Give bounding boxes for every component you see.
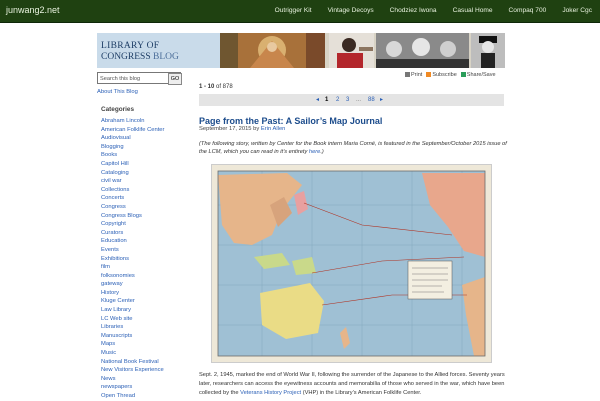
- nav-item[interactable]: Outrigger Kit: [267, 0, 320, 22]
- category-link[interactable]: gateway: [101, 280, 164, 289]
- category-link[interactable]: Law Library: [101, 306, 164, 315]
- about-blog-link[interactable]: About This Blog: [97, 89, 138, 95]
- category-link[interactable]: Congress Blogs: [101, 212, 164, 221]
- banner-photo-chaplin: [471, 33, 505, 68]
- pacific-map-image[interactable]: [211, 164, 492, 363]
- category-link[interactable]: News: [101, 375, 164, 384]
- post-author-link[interactable]: Erin Allen: [261, 126, 286, 132]
- category-link[interactable]: Exhibitions: [101, 255, 164, 264]
- category-link[interactable]: Maps: [101, 340, 164, 349]
- top-bar: junwang2.net Outrigger Kit Vintage Decoy…: [0, 0, 600, 23]
- pager-page[interactable]: 2: [336, 94, 339, 106]
- category-link[interactable]: History: [101, 289, 164, 298]
- site-title[interactable]: junwang2.net: [6, 5, 60, 15]
- category-link[interactable]: Libraries: [101, 323, 164, 332]
- print-link[interactable]: Print: [405, 72, 422, 78]
- nav-item[interactable]: Casual Home: [445, 0, 501, 22]
- category-link[interactable]: folksonomies: [101, 272, 164, 281]
- category-link[interactable]: Collections: [101, 186, 164, 195]
- body-text-2: (VHP) in the Library’s American Folklife…: [301, 389, 422, 396]
- top-nav: Outrigger Kit Vintage Decoys Chodziez Iw…: [267, 0, 600, 22]
- category-link[interactable]: Blogging: [101, 143, 164, 152]
- category-link[interactable]: American Folklife Center: [101, 126, 164, 135]
- print-icon: [405, 72, 410, 77]
- share-label: Share/Save: [466, 72, 496, 78]
- pager-page[interactable]: 3: [346, 94, 349, 106]
- nav-item[interactable]: Compaq 700: [501, 0, 555, 22]
- map-illustration: [217, 170, 486, 357]
- category-link[interactable]: Music: [101, 349, 164, 358]
- category-link[interactable]: Manuscripts: [101, 332, 164, 341]
- post-intro: (The following story, written by Center …: [199, 140, 509, 156]
- nav-item[interactable]: Chodziez Iwona: [382, 0, 445, 22]
- post-date: September 17, 2015: [199, 126, 252, 132]
- categories-heading: Categories: [101, 106, 135, 113]
- intro-end: .): [320, 149, 324, 155]
- category-link[interactable]: Education: [101, 237, 164, 246]
- nav-item[interactable]: Joker Cgc: [554, 0, 600, 22]
- veterans-history-link[interactable]: Veterans History Project: [240, 390, 301, 396]
- banner-photo-crowd: [376, 33, 469, 68]
- blog-banner: LIBRARY OF CONGRESS BLOG: [97, 33, 505, 68]
- pagination: ◂ 1 2 3 ... 88 ▸: [199, 94, 504, 106]
- category-link[interactable]: civil war: [101, 177, 164, 186]
- category-link[interactable]: Cataloging: [101, 169, 164, 178]
- pager-next[interactable]: ▸: [380, 94, 383, 106]
- post-meta: September 17, 2015 by Erin Allen: [199, 126, 285, 132]
- print-label: Print: [411, 72, 423, 78]
- category-link[interactable]: Books: [101, 151, 164, 160]
- pager-prev[interactable]: ◂: [316, 94, 319, 106]
- category-link[interactable]: film: [101, 263, 164, 272]
- pager-ellipsis: ...: [356, 97, 362, 103]
- results-range: 1 - 10: [199, 84, 215, 90]
- share-link[interactable]: Share/Save: [460, 72, 496, 78]
- category-link[interactable]: Audiovisual: [101, 134, 164, 143]
- logo-line-2: CONGRESS BLOG: [101, 52, 179, 62]
- intro-here-link[interactable]: here: [309, 149, 320, 155]
- logo-blog: BLOG: [153, 52, 179, 62]
- results-count: 1 - 10 of 878: [199, 84, 233, 90]
- share-tools: Print Subscribe Share/Save: [405, 72, 496, 78]
- category-link[interactable]: Kluge Center: [101, 297, 164, 306]
- intro-text: (The following story, written by Center …: [199, 141, 507, 155]
- pager-last[interactable]: 88: [368, 94, 375, 106]
- category-link[interactable]: Events: [101, 246, 164, 255]
- category-link[interactable]: Copyright: [101, 220, 164, 229]
- banner-mural-image: [220, 33, 325, 68]
- blog-logo[interactable]: LIBRARY OF CONGRESS BLOG: [97, 33, 220, 68]
- subscribe-link[interactable]: Subscribe: [426, 72, 457, 78]
- category-link[interactable]: Congress: [101, 203, 164, 212]
- category-link[interactable]: LC Web site: [101, 315, 164, 324]
- rss-icon: [426, 72, 432, 77]
- category-link[interactable]: newspapers: [101, 383, 164, 392]
- category-link[interactable]: Abraham Lincoln: [101, 117, 164, 126]
- search-go-button[interactable]: GO: [168, 73, 182, 85]
- results-total: of 878: [216, 84, 233, 90]
- category-list: Abraham Lincoln American Folklife Center…: [101, 117, 164, 401]
- post-title[interactable]: Page from the Past: A Sailor’s Map Journ…: [199, 116, 382, 126]
- category-link[interactable]: Concerts: [101, 194, 164, 203]
- category-link[interactable]: Open Thread: [101, 392, 164, 401]
- pager-current: 1: [325, 97, 329, 103]
- post-body: Sept. 2, 1945, marked the end of World W…: [199, 371, 509, 397]
- category-link[interactable]: Curators: [101, 229, 164, 238]
- share-icon: [460, 72, 466, 77]
- subscribe-label: Subscribe: [432, 72, 457, 78]
- post-by: by: [253, 126, 260, 132]
- nav-item[interactable]: Vintage Decoys: [320, 0, 382, 22]
- logo-line-1: LIBRARY OF: [101, 41, 160, 51]
- banner-photo-musician: [329, 33, 374, 68]
- category-link[interactable]: Capitol Hill: [101, 160, 164, 169]
- category-link[interactable]: National Book Festival: [101, 358, 164, 367]
- category-link[interactable]: New Visitors Experience: [101, 366, 164, 375]
- logo-congress: CONGRESS: [101, 52, 151, 62]
